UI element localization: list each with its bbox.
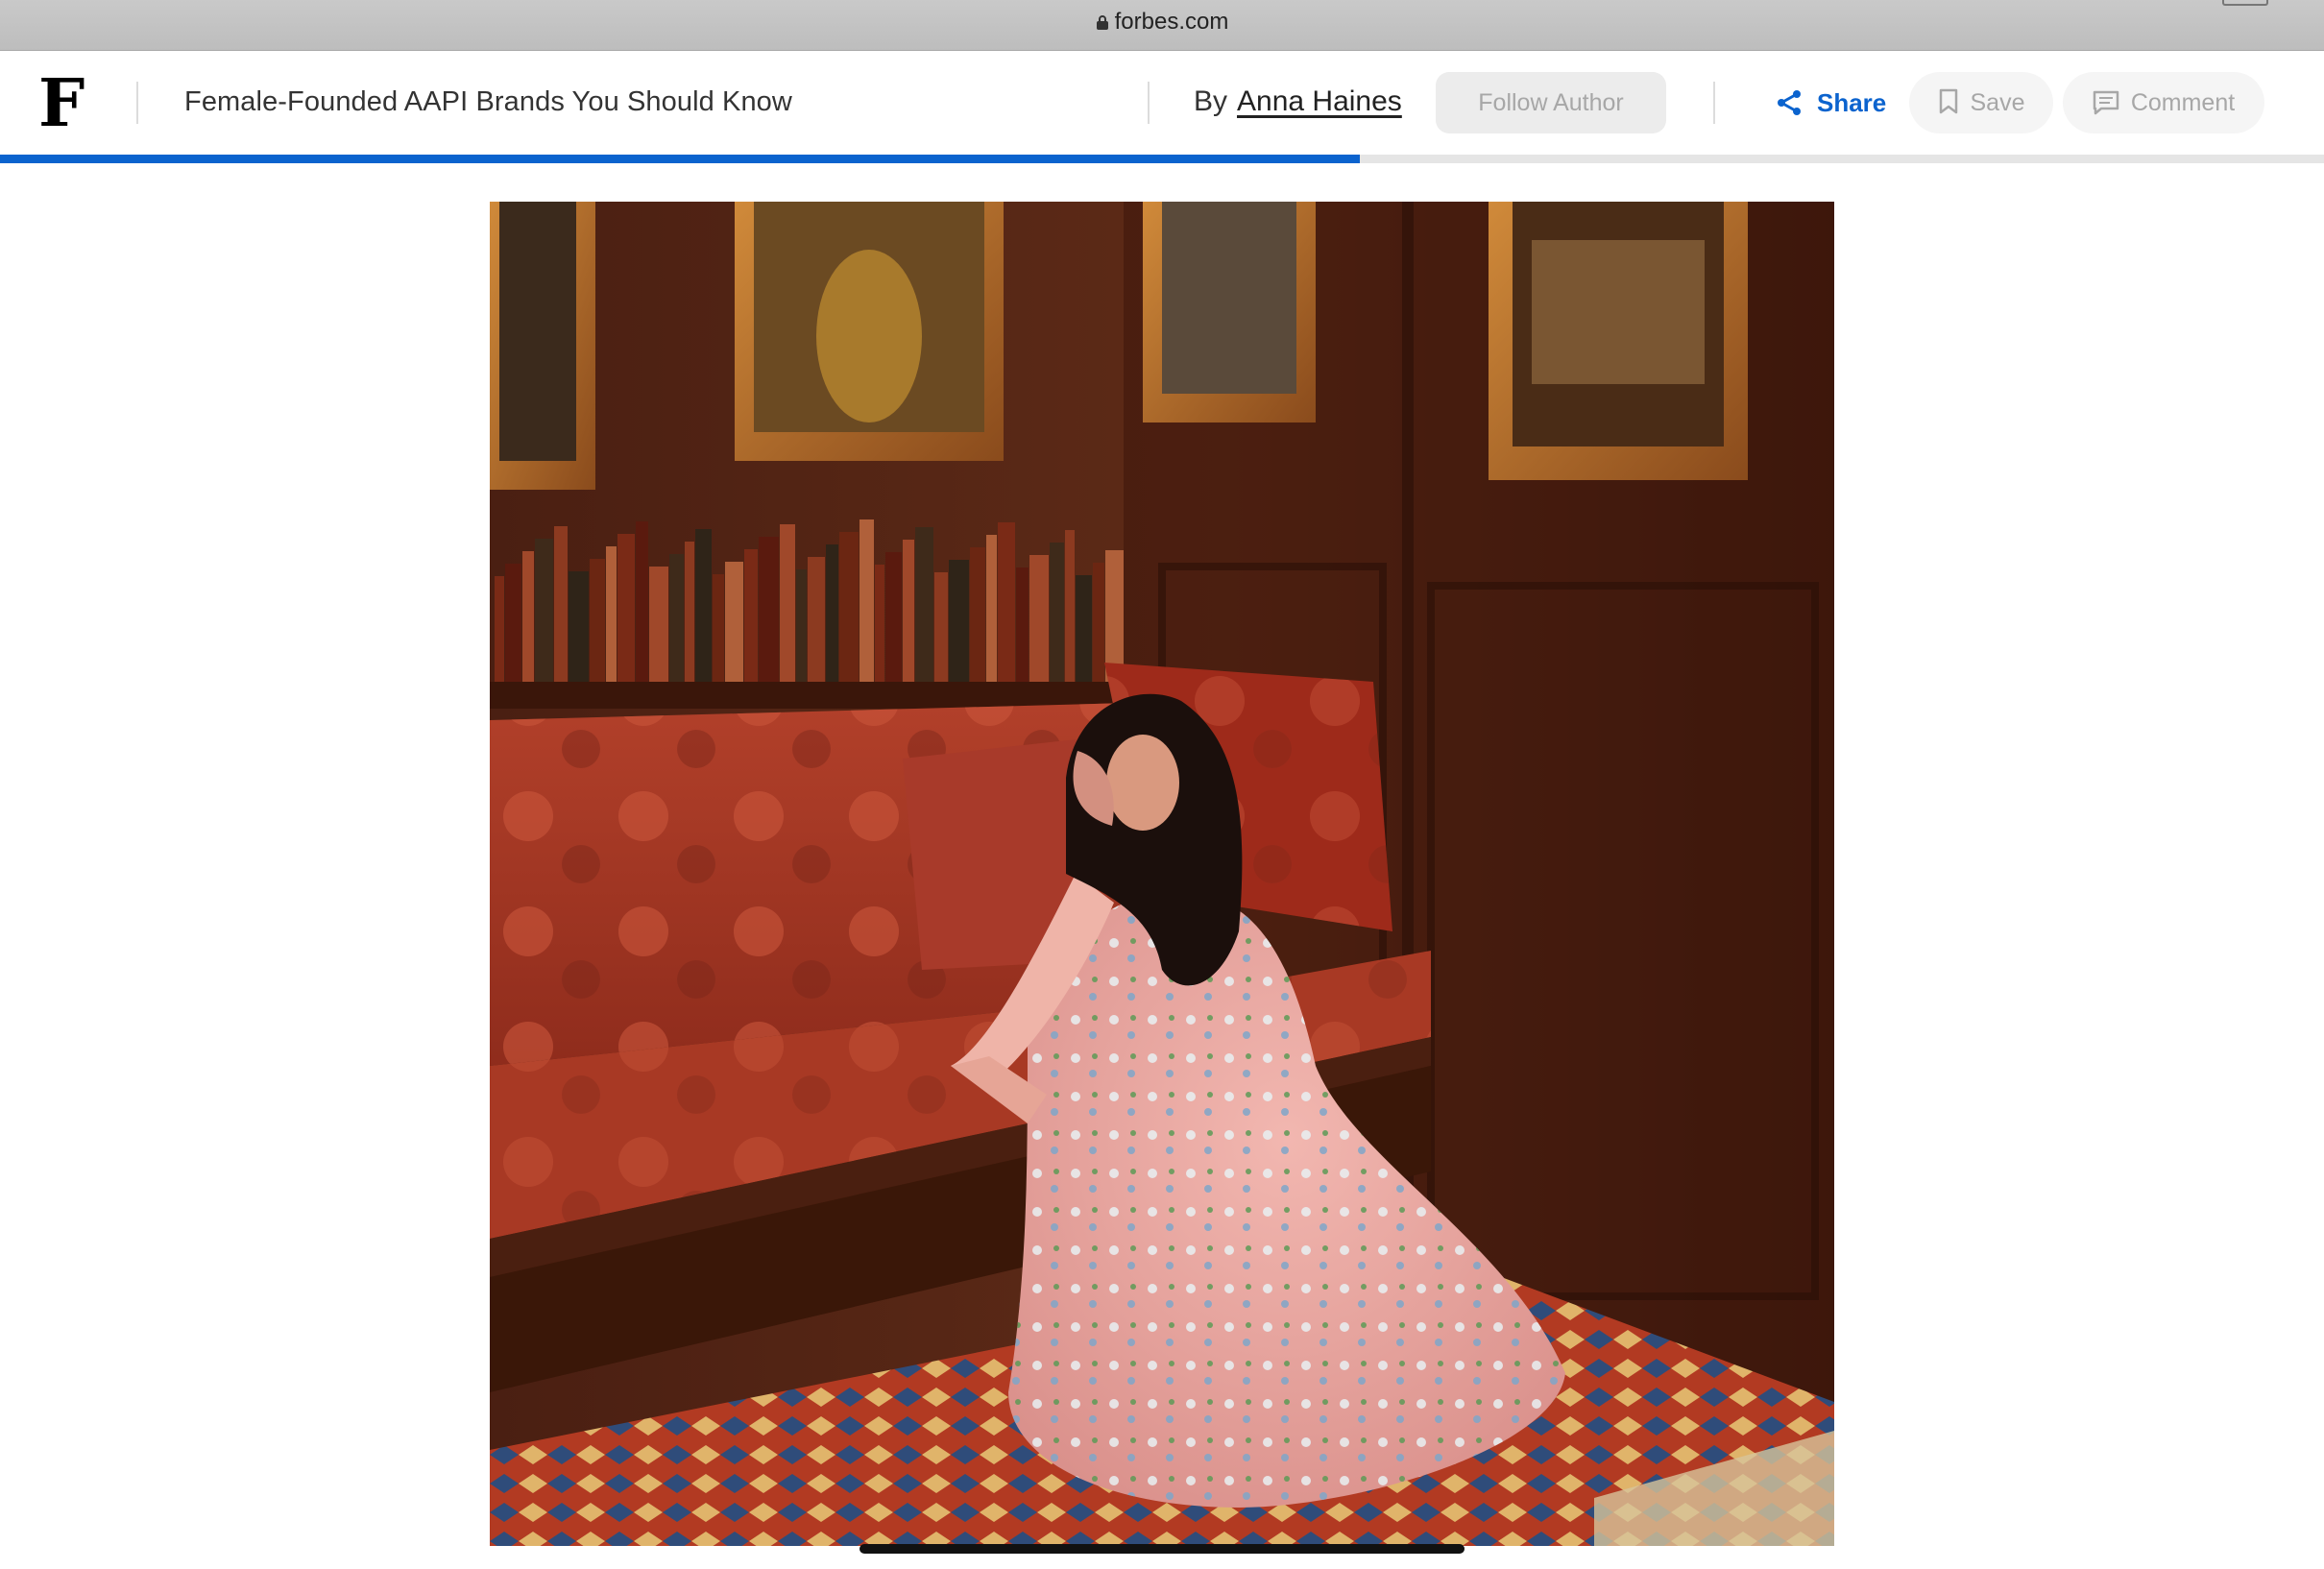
save-button[interactable]: Save (1909, 72, 2053, 133)
book (1065, 530, 1075, 682)
photo-woman-seated-floral-dress-icon (490, 202, 1834, 1546)
book (569, 571, 589, 682)
book (495, 576, 504, 682)
book (986, 535, 997, 682)
book (685, 542, 694, 682)
book (606, 546, 617, 682)
share-icon (1778, 90, 1801, 115)
author-link[interactable]: Anna Haines (1237, 85, 1402, 117)
book (949, 560, 969, 682)
bookmark-icon (1939, 88, 1957, 114)
book (826, 544, 838, 682)
book (713, 574, 724, 682)
book (885, 552, 902, 682)
book (1050, 543, 1064, 682)
lock-icon (1096, 15, 1108, 30)
book (725, 562, 743, 682)
divider (136, 82, 138, 124)
book (535, 539, 553, 682)
book (998, 522, 1015, 682)
share-label: Share (1817, 88, 1887, 117)
book (554, 526, 568, 682)
book (875, 565, 884, 682)
divider (1148, 82, 1150, 124)
book (590, 559, 605, 682)
book (1105, 550, 1124, 682)
book (522, 551, 534, 682)
follow-author-button[interactable]: Follow Author (1436, 72, 1666, 133)
share-button[interactable]: Share (1775, 72, 1886, 133)
book (1093, 563, 1104, 682)
divider (1713, 82, 1715, 124)
book (796, 569, 807, 682)
book (617, 534, 635, 682)
comment-label: Comment (2130, 89, 2236, 116)
book (669, 554, 684, 682)
book (934, 572, 948, 682)
book (808, 557, 825, 682)
forbes-logo[interactable]: F (38, 70, 85, 137)
book (1076, 575, 1092, 682)
hero-image[interactable] (490, 202, 1834, 1546)
book (1016, 567, 1029, 682)
book (759, 537, 779, 682)
book (636, 521, 648, 682)
book (505, 564, 521, 682)
book (903, 540, 914, 682)
book (695, 529, 712, 682)
book (859, 519, 874, 682)
book (780, 524, 795, 682)
reading-progress-bar (0, 155, 2324, 163)
url-text: forbes.com (1114, 9, 1229, 35)
book (744, 549, 758, 682)
sticky-article-header: F Female-Founded AAPI Brands You Should … (0, 51, 2324, 155)
book (839, 532, 859, 682)
tabs-icon[interactable] (2222, 0, 2268, 6)
article-title: Female-Founded AAPI Brands You Should Kn… (184, 86, 792, 117)
save-label: Save (1970, 89, 2025, 116)
book (1029, 555, 1049, 682)
byline: By Anna Haines (1194, 83, 1402, 121)
byline-prefix: By (1194, 85, 1228, 117)
url-display[interactable]: forbes.com (0, 8, 2324, 36)
book (970, 547, 985, 682)
comment-icon (2093, 90, 2119, 115)
browser-url-bar[interactable]: forbes.com (0, 0, 2324, 51)
reading-progress-fill (0, 155, 1360, 163)
home-indicator[interactable] (859, 1544, 1465, 1554)
book (915, 527, 933, 682)
book (649, 567, 668, 682)
comment-button[interactable]: Comment (2063, 72, 2264, 133)
